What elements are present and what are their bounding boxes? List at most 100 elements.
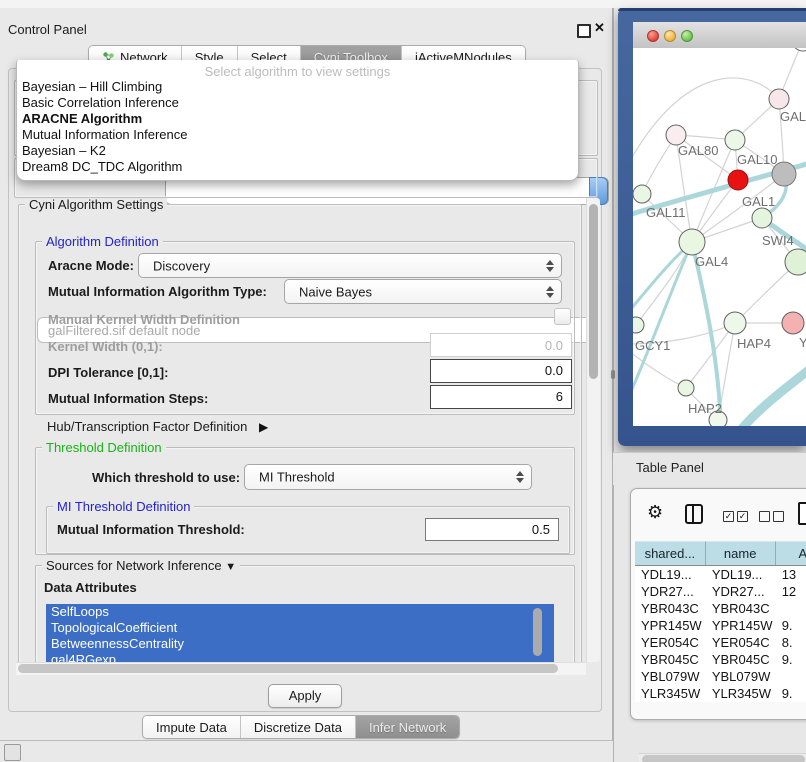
node-label-swi4: SWI4 xyxy=(762,233,794,248)
collapse-arrow-icon[interactable]: ▼ xyxy=(225,561,236,573)
scrollbar-thumb[interactable] xyxy=(18,664,558,673)
settings-vertical-scrollbar[interactable] xyxy=(586,198,600,662)
node-gal11[interactable] xyxy=(633,185,651,203)
table-row-0[interactable]: YDL19...YDL19...13 xyxy=(635,566,806,583)
table-cell: YPR145W xyxy=(706,617,776,634)
scrollbar-thumb[interactable] xyxy=(642,755,805,762)
node-salmon[interactable] xyxy=(782,312,804,334)
network-edge[interactable] xyxy=(633,242,692,316)
apply-button[interactable]: Apply xyxy=(268,684,342,708)
table-cell: YPR145W xyxy=(635,617,706,634)
node-label-gal11: GAL11 xyxy=(646,205,686,220)
columns-icon[interactable] xyxy=(685,504,703,524)
network-window-titlebar[interactable] xyxy=(633,22,806,49)
mi-steps-field[interactable]: 6 xyxy=(430,385,572,409)
attribute-item-gal4rgexp[interactable]: gal4RGexp xyxy=(46,652,554,662)
attribute-item-betweennesscentrality[interactable]: BetweennessCentrality xyxy=(46,636,554,652)
close-icon[interactable]: ✕ xyxy=(594,20,605,36)
table-row-3[interactable]: YPR145WYPR145W9. xyxy=(635,617,806,634)
table-row-5[interactable]: YBR045CYBR045C9. xyxy=(635,651,806,668)
table-panel: ⚙ ✓ ✓ shared...nameA YDL19...YDL19...13Y… xyxy=(630,488,806,720)
expand-arrow-icon: ▶ xyxy=(259,420,268,434)
algorithm-option-mutual-information-inference[interactable]: Mutual Information Inference xyxy=(17,127,578,143)
table-row-2[interactable]: YBR043CYBR043C xyxy=(635,600,806,617)
select-all-icon[interactable]: ✓ xyxy=(723,511,734,522)
kernel-width-field[interactable]: 0.0 xyxy=(430,333,572,357)
algorithm-definition-title: Algorithm Definition xyxy=(42,234,163,249)
algorithm-option-bayesian-k2[interactable]: Bayesian – K2 xyxy=(17,143,578,159)
table-row-4[interactable]: YER054CYER054C8. xyxy=(635,634,806,651)
table-body[interactable]: YDL19...YDL19...13YDR27...YDR27...12YBR0… xyxy=(635,565,806,702)
mi-threshold-field[interactable]: 0.5 xyxy=(425,518,559,541)
node-swi4[interactable] xyxy=(752,208,772,228)
attribute-item-topologicalcoefficient[interactable]: TopologicalCoefficient xyxy=(46,620,554,636)
node-right-big[interactable] xyxy=(785,249,806,275)
collapsed-panel-button[interactable] xyxy=(4,744,21,761)
panel-divider-handle[interactable] xyxy=(611,370,615,379)
threshold-definition-group: Threshold Definition Which threshold to … xyxy=(35,447,575,555)
minimize-window-icon[interactable] xyxy=(664,30,676,42)
table-row-6[interactable]: YBL079WYBL079W xyxy=(635,668,806,685)
node-gal10[interactable] xyxy=(725,130,745,150)
aracne-mode-combobox[interactable]: Discovery xyxy=(138,253,562,278)
select-all-icon-2[interactable]: ✓ xyxy=(737,511,748,522)
which-threshold-combobox[interactable]: MI Threshold xyxy=(244,464,532,490)
list-scrollbar-thumb[interactable] xyxy=(533,608,542,656)
which-threshold-value: MI Threshold xyxy=(259,470,335,485)
node-hap4[interactable] xyxy=(724,312,746,334)
mi-type-combobox[interactable]: Naive Bayes xyxy=(284,279,562,304)
data-attributes-list[interactable]: SelfLoopsTopologicalCoefficientBetweenne… xyxy=(46,604,554,662)
table-cell: 9. xyxy=(776,685,806,702)
node-left-small[interactable] xyxy=(633,317,644,333)
bottom-tab-impute-data[interactable]: Impute Data xyxy=(143,716,241,738)
deselect-all-icon-2[interactable] xyxy=(773,511,784,522)
close-window-icon[interactable] xyxy=(647,30,659,42)
export-table-icon[interactable] xyxy=(798,502,806,525)
node-label-hap2: HAP2 xyxy=(688,401,722,416)
table-cell: 9. xyxy=(776,617,806,634)
which-threshold-label: Which threshold to use: xyxy=(92,470,240,485)
kernel-width-label: Kernel Width (0,1): xyxy=(48,339,163,354)
attribute-item-selfloops[interactable]: SelfLoops xyxy=(46,604,554,620)
bottom-tab-infer-network[interactable]: Infer Network xyxy=(356,716,459,738)
scrollbar-thumb[interactable] xyxy=(589,204,598,379)
table-cell: YLR345W xyxy=(706,685,776,702)
column-header-shared[interactable]: shared... xyxy=(635,541,706,565)
table-row-7[interactable]: YLR345WYLR345W9. xyxy=(635,685,806,702)
table-header-row[interactable]: shared...nameA xyxy=(635,541,806,565)
table-cell: YLR345W xyxy=(635,685,706,702)
node-table: shared...nameA YDL19...YDL19...13YDR27..… xyxy=(635,541,806,719)
node-gal4[interactable] xyxy=(679,229,705,255)
node-red[interactable] xyxy=(728,170,748,190)
table-cell: YDR27... xyxy=(635,583,706,600)
bottom-tab-discretize-data[interactable]: Discretize Data xyxy=(241,716,356,738)
gear-icon[interactable]: ⚙ xyxy=(647,502,663,522)
network-edge[interactable] xyxy=(739,366,806,426)
node-top-partial[interactable] xyxy=(792,48,806,51)
zoom-window-icon[interactable] xyxy=(681,30,693,42)
algorithm-definition-group: Algorithm Definition Aracne Mode: Discov… xyxy=(35,241,575,415)
float-panel-icon[interactable] xyxy=(577,24,591,38)
node-gal-pink[interactable] xyxy=(769,89,789,109)
hub-definition-toggle[interactable]: Hub/Transcription Factor Definition ▶ xyxy=(47,419,268,434)
node-hap2[interactable] xyxy=(678,380,694,396)
algorithm-option-aracne-algorithm[interactable]: ARACNE Algorithm xyxy=(17,111,578,127)
algorithm-option-bayesian-hill-climbing[interactable]: Bayesian – Hill Climbing xyxy=(17,79,578,95)
dpi-tolerance-field[interactable]: 0.0 xyxy=(430,359,572,383)
table-horizontal-scrollbar[interactable] xyxy=(639,753,806,762)
deselect-all-icon[interactable] xyxy=(759,511,770,522)
column-header-name[interactable]: name xyxy=(706,541,776,565)
node-gal80[interactable] xyxy=(666,125,686,145)
algorithm-option-dream8-dc-tdc-algorithm[interactable]: Dream8 DC_TDC Algorithm xyxy=(17,159,578,175)
network-view-window[interactable]: GALGAL80GAL10GAL1GAL11SWI4GAL4GCY1HAP4YH… xyxy=(618,8,806,446)
table-row-1[interactable]: YDR27...YDR27...12 xyxy=(635,583,806,600)
algorithm-option-basic-correlation-inference[interactable]: Basic Correlation Inference xyxy=(17,95,578,111)
settings-horizontal-scrollbar[interactable] xyxy=(16,662,586,675)
manual-kernel-checkbox[interactable] xyxy=(554,308,571,325)
settings-viewport: Cyni Algorithm Settings Algorithm Defini… xyxy=(14,198,586,662)
network-canvas[interactable]: GALGAL80GAL10GAL1GAL11SWI4GAL4GCY1HAP4YH… xyxy=(633,48,806,426)
node-label-gal1: GAL1 xyxy=(742,194,775,209)
table-cell xyxy=(776,600,806,617)
table-cell: 12 xyxy=(776,583,806,600)
column-header-a[interactable]: A xyxy=(776,541,806,565)
